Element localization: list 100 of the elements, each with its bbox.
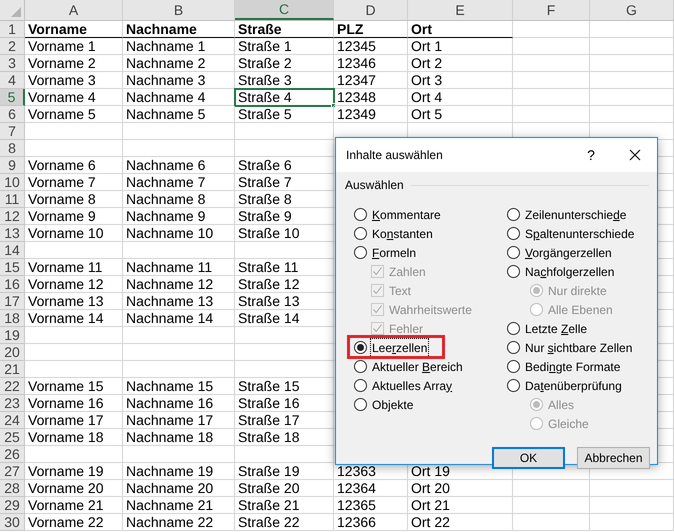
option-label: Kommentare [371,206,442,224]
row-header[interactable]: 25 [0,429,25,446]
row-header[interactable]: 3 [0,55,25,72]
help-button[interactable]: ? [569,140,613,170]
dialog-button[interactable]: Abbrechen [577,447,650,469]
table-cell: Nachname 20 [123,480,235,497]
row-header[interactable]: 29 [0,497,25,514]
row-header[interactable]: 6 [0,106,25,123]
row-header[interactable]: 1 [0,21,25,38]
fill-handle[interactable] [331,103,336,108]
table-cell: Straße 11 [235,259,334,276]
row-header[interactable]: 28 [0,480,25,497]
table-cell: Ort [408,21,513,38]
table-cell: Nachname 10 [123,225,235,242]
row-header[interactable]: 20 [0,344,25,361]
column-header[interactable]: D [334,0,408,20]
table-cell: Nachname 22 [123,514,235,531]
table-cell: Nachname 6 [123,157,235,174]
radio-button[interactable] [354,246,367,259]
row-header[interactable]: 12 [0,208,25,225]
option-label: Zeilenunterschiede [524,206,628,224]
row-header[interactable]: 17 [0,293,25,310]
radio-button[interactable] [507,208,520,221]
radio-button[interactable] [354,360,367,373]
table-cell: Nachname 15 [123,378,235,395]
table-cell: Vorname 7 [25,174,123,191]
table-cell: Vorname 10 [25,225,123,242]
table-cell: PLZ [334,21,408,38]
radio-button[interactable] [507,360,520,373]
row-header[interactable]: 4 [0,72,25,89]
radio-button[interactable] [507,265,520,278]
table-cell: Vorname 16 [25,395,123,412]
column-header[interactable]: A [25,0,123,20]
table-cell: Nachname 4 [123,89,235,106]
table-cell: Straße 16 [235,395,334,412]
row-header[interactable]: 5 [0,89,25,106]
table-cell: Straße 8 [235,191,334,208]
radio-button[interactable] [354,379,367,392]
table-cell: Nachname 13 [123,293,235,310]
column-header[interactable]: E [408,0,513,20]
table-cell: Straße 5 [235,106,334,123]
radio-button[interactable] [507,379,520,392]
table-cell: Ort 22 [408,514,513,531]
table-cell: Nachname 21 [123,497,235,514]
table-cell: Straße 10 [235,225,334,242]
close-icon[interactable] [629,149,641,161]
row-header[interactable]: 7 [0,123,25,140]
radio-button[interactable] [507,322,520,335]
row-header[interactable]: 13 [0,225,25,242]
table-cell: Straße 14 [235,310,334,327]
table-cell: 12365 [334,497,408,514]
table-cell: Vorname 6 [25,157,123,174]
row-header[interactable]: 8 [0,140,25,157]
row-header[interactable]: 30 [0,514,25,531]
column-header[interactable]: G [590,0,674,20]
table-cell: Nachname 12 [123,276,235,293]
table-cell: Straße 3 [235,72,334,89]
column-header[interactable]: F [513,0,590,20]
table-cell: Nachname 17 [123,412,235,429]
table-cell: Nachname [123,21,235,38]
row-header[interactable]: 2 [0,38,25,55]
table-cell: Ort 1 [408,38,513,55]
radio-button[interactable] [354,227,367,240]
row-header[interactable]: 21 [0,361,25,378]
row-header[interactable]: 14 [0,242,25,259]
row-header[interactable]: 10 [0,174,25,191]
table-cell: Vorname 15 [25,378,123,395]
row-header[interactable]: 9 [0,157,25,174]
dialog-title: Inhalte auswählen [346,147,444,164]
radio-button[interactable] [507,341,520,354]
row-header[interactable]: 19 [0,327,25,344]
row-header[interactable]: 26 [0,446,25,463]
radio-button[interactable] [354,208,367,221]
row-header[interactable]: 16 [0,276,25,293]
row-header[interactable]: 11 [0,191,25,208]
option-label: Letzte Zelle [524,320,588,338]
group-label: Auswählen [345,177,404,194]
row-header[interactable]: 23 [0,395,25,412]
dialog-button[interactable]: OK [492,447,565,469]
radio-button[interactable] [507,246,520,259]
table-cell: Nachname 5 [123,106,235,123]
radio-button[interactable] [354,341,367,354]
row-header[interactable]: 22 [0,378,25,395]
table-cell: Vorname [25,21,123,38]
option-label: Konstanten [371,226,434,242]
table-cell: Vorname 18 [25,429,123,446]
radio-button[interactable] [354,398,367,411]
row-header[interactable]: 27 [0,463,25,480]
table-cell: Vorname 21 [25,497,123,514]
table-cell: 12366 [334,514,408,531]
row-header[interactable]: 24 [0,412,25,429]
table-cell: Straße 1 [235,38,334,55]
table-cell: Ort 2 [408,55,513,72]
table-cell: Vorname 2 [25,55,123,72]
row-header[interactable]: 15 [0,259,25,276]
column-header[interactable]: C [235,0,334,20]
radio-button[interactable] [507,227,520,240]
table-cell: Straße 19 [235,463,334,480]
row-header[interactable]: 18 [0,310,25,327]
table-cell: Vorname 17 [25,412,123,429]
